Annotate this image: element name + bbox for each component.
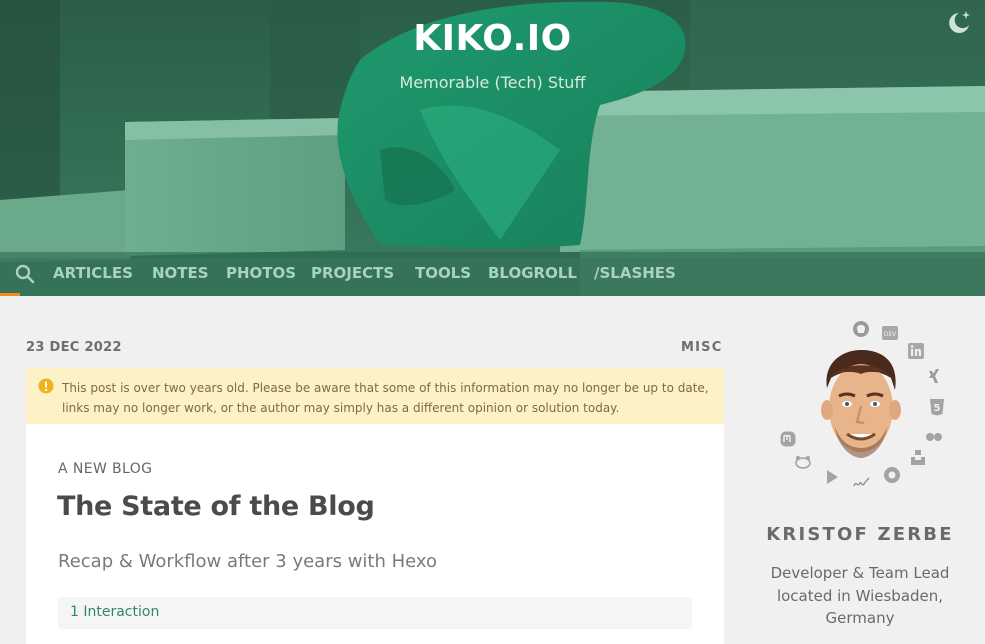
signature-icon[interactable] (852, 474, 870, 492)
author-avatar (821, 350, 901, 458)
post-card: This post is over two years old. Please … (26, 368, 724, 644)
bio-line: Developer & Team Lead (770, 564, 950, 582)
nav-articles[interactable]: ARTICLES (53, 264, 133, 282)
nav-notes[interactable]: NOTES (152, 264, 209, 282)
moon-stars-icon[interactable] (944, 8, 974, 38)
unsplash-icon[interactable] (909, 448, 927, 466)
xing-icon[interactable] (925, 367, 943, 385)
post-category[interactable]: MISC (681, 340, 722, 355)
nav-tools[interactable]: TOOLS (415, 264, 471, 282)
nav-projects[interactable]: PROJECTS (311, 264, 394, 282)
nav-blogroll[interactable]: BLOGROLL (488, 264, 577, 282)
github-icon[interactable] (852, 320, 870, 338)
post-title[interactable]: The State of the Blog (57, 491, 375, 522)
nav-photos[interactable]: PHOTOS (226, 264, 296, 282)
active-nav-indicator (0, 293, 20, 296)
interactions-label: 1 Interaction (70, 604, 160, 620)
main-navigation: ARTICLES NOTES PHOTOS PROJECTS TOOLS BLO… (0, 252, 985, 296)
flickr-icon[interactable] (925, 428, 943, 446)
post-kicker: A NEW BLOG (58, 461, 153, 477)
dev-icon[interactable]: DEV (881, 324, 899, 342)
linkedin-icon[interactable] (907, 342, 925, 360)
author-profile: DEV 5 (775, 318, 945, 498)
warning-text: This post is over two years old. Please … (62, 381, 709, 415)
post-subtitle: Recap & Workflow after 3 years with Hexo (58, 551, 438, 572)
site-title[interactable]: KIKO.IO (0, 18, 985, 59)
interactions-toggle[interactable]: 1 Interaction (58, 597, 692, 629)
pixelfed-icon[interactable] (794, 453, 812, 471)
site-subtitle: Memorable (Tech) Stuff (399, 73, 586, 92)
nav-slashes[interactable]: /SLASHES (594, 264, 676, 282)
bio-line: located in Wiesbaden, (776, 586, 944, 605)
search-icon[interactable] (14, 263, 36, 285)
svg-text:DEV: DEV (884, 331, 897, 338)
bio-line: Germany (825, 609, 895, 627)
mastodon-icon[interactable] (779, 430, 797, 448)
author-bio: Developer & Team Lead located in Wiesbad… (760, 562, 960, 630)
author-name[interactable]: KRISTOF ZERBE (745, 524, 975, 545)
outdated-post-warning: This post is over two years old. Please … (26, 368, 724, 424)
html5-icon[interactable]: 5 (928, 398, 946, 416)
hero-header: KIKO.IO Memorable (Tech) Stuff ARTICLES … (0, 0, 985, 296)
svg-text:5: 5 (934, 403, 941, 414)
post-date: 23 DEC 2022 (26, 340, 122, 355)
play-icon[interactable] (823, 468, 841, 486)
warning-icon (38, 378, 54, 394)
podcast-icon[interactable] (883, 466, 901, 484)
